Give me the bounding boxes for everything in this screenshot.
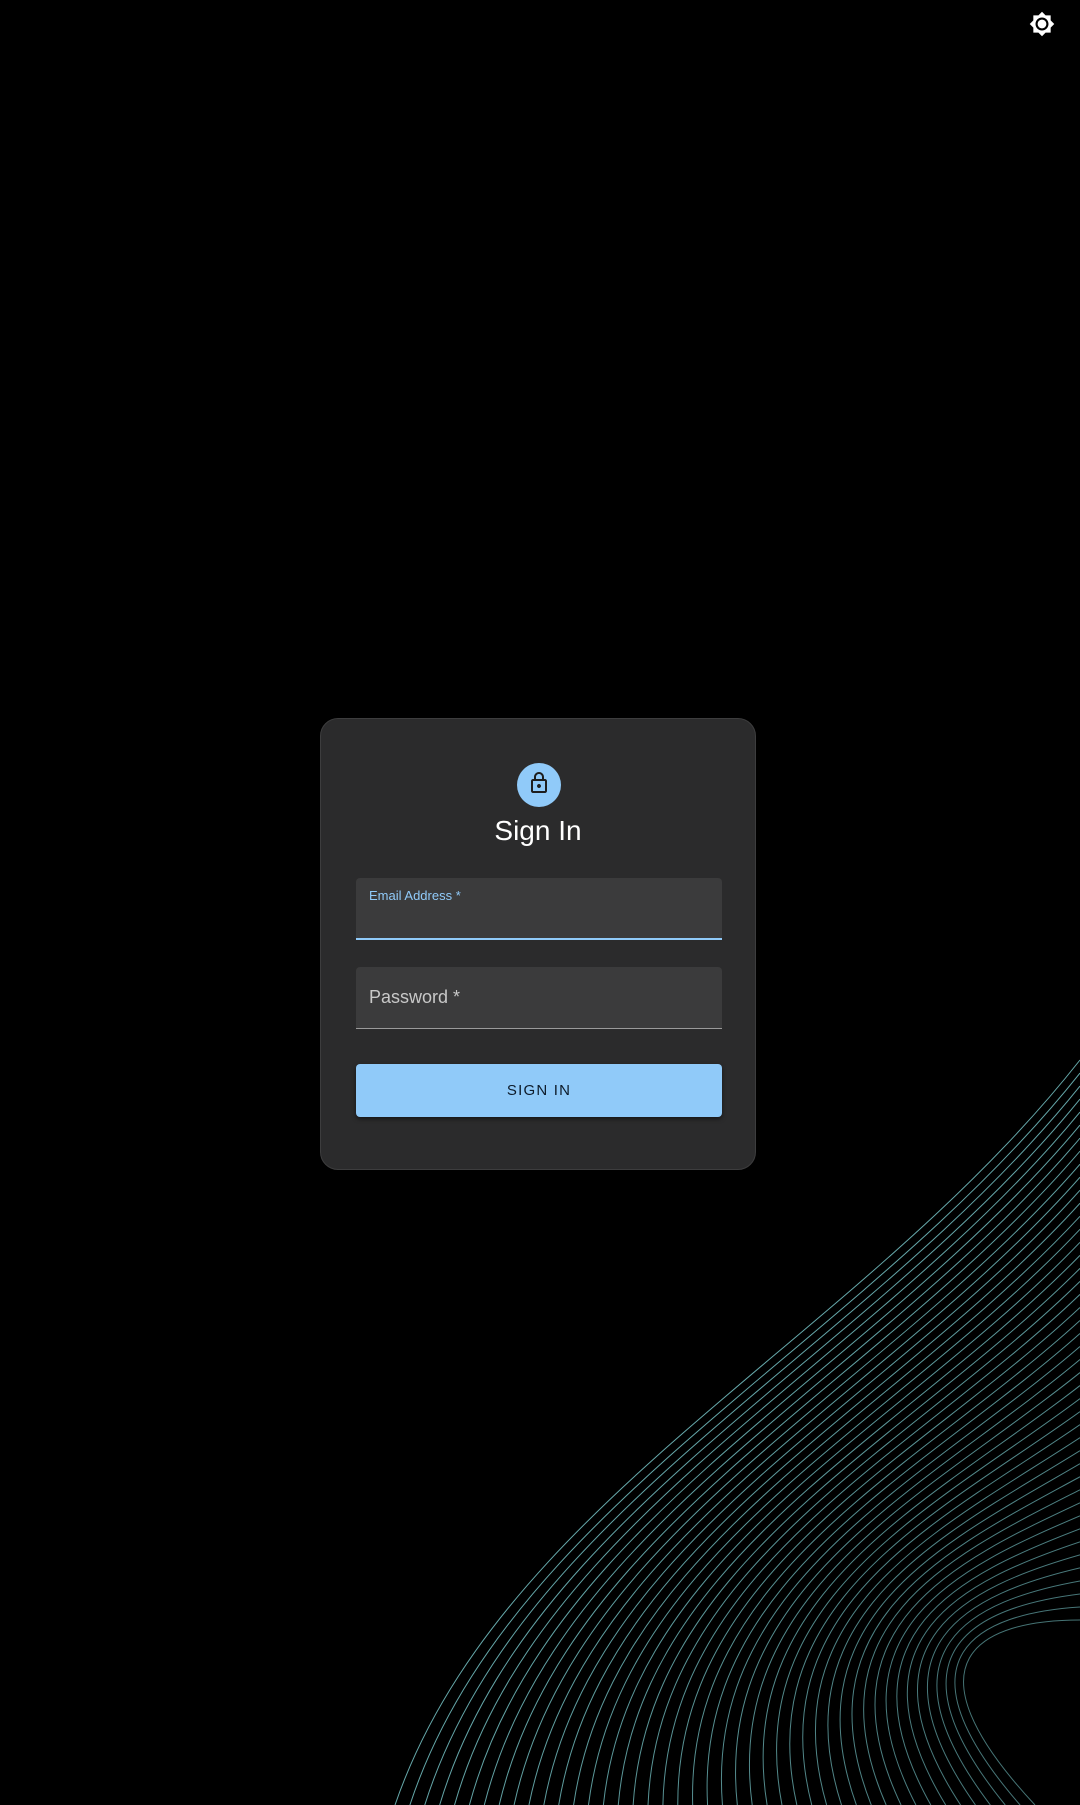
wave-line: [936, 1580, 1080, 1805]
email-field[interactable]: Email Address *: [356, 878, 722, 940]
wave-line: [802, 1424, 1080, 1805]
wave-line: [963, 1619, 1080, 1805]
wave-line: [677, 1307, 1080, 1805]
wave-line: [662, 1294, 1080, 1805]
wave-line: [735, 1359, 1080, 1805]
wave-line: [543, 1189, 1080, 1805]
wave-line: [394, 1059, 1080, 1805]
wave-line: [851, 1476, 1080, 1805]
wave-line: [814, 1437, 1080, 1805]
wave-line: [617, 1255, 1080, 1805]
password-field[interactable]: Password *: [356, 967, 722, 1029]
wave-line: [839, 1463, 1080, 1805]
wave-line: [954, 1606, 1080, 1805]
wave-line: [896, 1528, 1080, 1805]
wave-line: [749, 1372, 1080, 1805]
wave-line: [647, 1281, 1080, 1805]
email-field-label: Email Address *: [369, 888, 461, 903]
wave-line: [885, 1515, 1080, 1805]
wave-line: [483, 1137, 1080, 1805]
wave-line: [573, 1215, 1080, 1805]
wave-line: [916, 1554, 1080, 1805]
wave-line: [468, 1124, 1080, 1805]
wave-line: [863, 1489, 1080, 1805]
wave-line: [945, 1593, 1080, 1805]
sign-in-card: Sign In Email Address * Password * SIGN …: [320, 718, 756, 1170]
wave-line: [926, 1567, 1080, 1805]
wave-line: [762, 1385, 1080, 1805]
wave-line: [632, 1268, 1080, 1805]
wave-line: [513, 1163, 1080, 1805]
theme-toggle-button[interactable]: [1022, 6, 1062, 46]
wave-line: [558, 1202, 1080, 1805]
wave-line: [439, 1098, 1080, 1805]
wave-line: [602, 1241, 1080, 1805]
wave-line: [776, 1398, 1080, 1805]
wave-line: [906, 1541, 1080, 1805]
wave-line: [720, 1346, 1080, 1805]
wave-line: [874, 1502, 1080, 1805]
wave-line: [706, 1333, 1080, 1805]
wave-line: [528, 1176, 1080, 1805]
avatar: [517, 763, 561, 807]
wave-line: [827, 1450, 1080, 1805]
sign-in-button[interactable]: SIGN IN: [356, 1064, 722, 1117]
wave-line: [409, 1072, 1080, 1805]
page-title: Sign In: [494, 815, 582, 846]
wave-line: [789, 1411, 1080, 1805]
email-input[interactable]: [369, 904, 713, 930]
wave-line: [587, 1228, 1080, 1805]
lock-icon: [527, 771, 551, 800]
wave-line: [424, 1085, 1080, 1805]
wave-line: [498, 1150, 1080, 1805]
wave-line: [692, 1320, 1080, 1805]
password-input[interactable]: [369, 994, 713, 1020]
wave-line: [454, 1111, 1080, 1805]
brightness-icon: [1029, 11, 1055, 42]
